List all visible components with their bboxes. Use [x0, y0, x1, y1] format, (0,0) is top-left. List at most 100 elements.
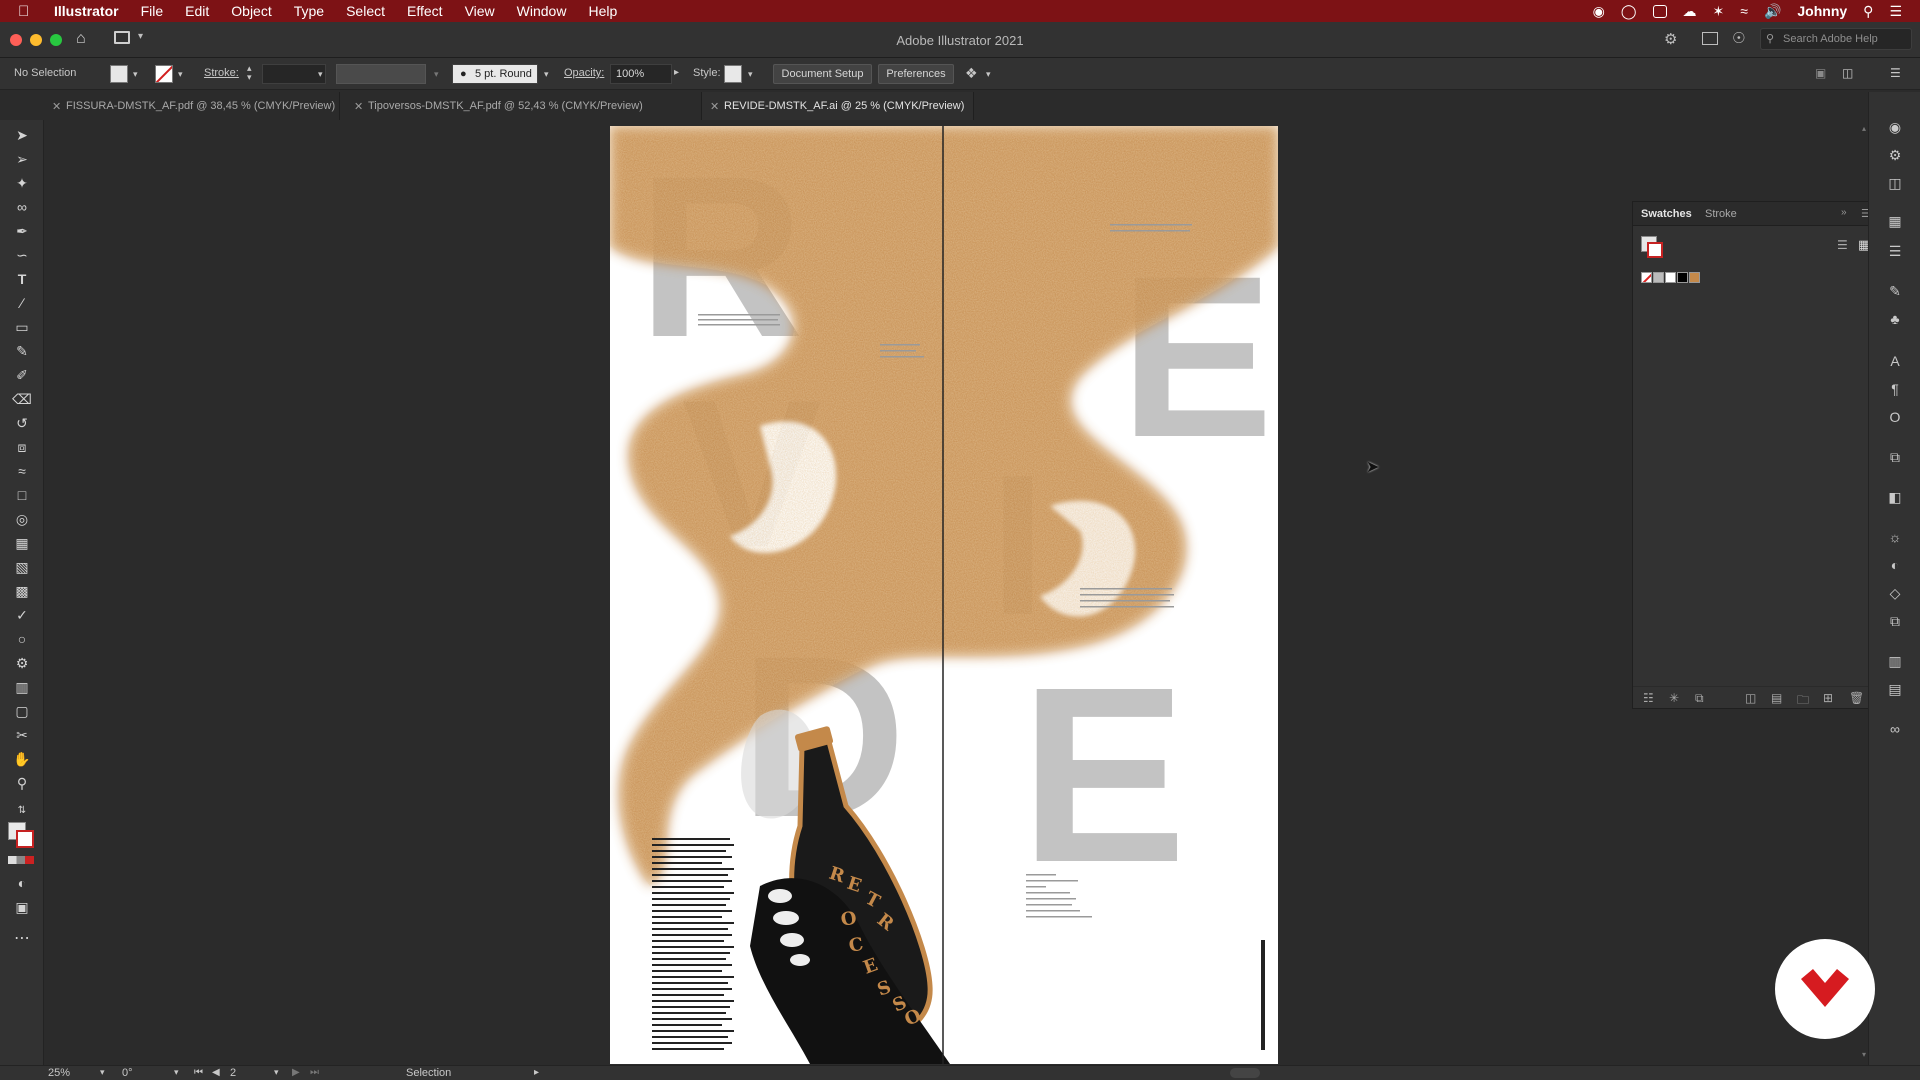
more-tools-icon[interactable]: ⋯: [12, 930, 32, 948]
opentype-icon[interactable]: O: [1885, 408, 1905, 426]
menu-type[interactable]: Type: [294, 3, 324, 19]
delete-swatch-icon[interactable]: 🗑: [1849, 691, 1864, 705]
graphic-style-swatch[interactable]: [724, 65, 742, 83]
menu-object[interactable]: Object: [231, 3, 271, 19]
pathfinder-icon[interactable]: ◧: [1885, 488, 1905, 506]
links-icon[interactable]: ∞: [1885, 720, 1905, 738]
fill-dropdown-chevron-icon[interactable]: ▾: [133, 69, 138, 80]
new-swatch-icon[interactable]: ⊞: [1823, 691, 1833, 705]
close-tab-icon[interactable]: ✕: [52, 100, 61, 113]
align-panel-icon[interactable]: ▤: [1885, 680, 1905, 698]
fill-swatch[interactable]: [110, 65, 128, 83]
spotlight-icon[interactable]: ⚲: [1863, 3, 1873, 20]
character-icon[interactable]: A: [1885, 352, 1905, 370]
menu-window[interactable]: Window: [517, 3, 567, 19]
cloud-icon[interactable]: ☁: [1683, 3, 1697, 20]
libraries-icon[interactable]: ◫: [1885, 174, 1905, 192]
swatches-dock-icon[interactable]: ▦: [1885, 212, 1905, 230]
distribute-icon[interactable]: ◫: [1842, 66, 1853, 80]
collapse-panel-icon[interactable]: »: [1841, 207, 1847, 218]
control-bar-menu-icon[interactable]: ☰: [1890, 66, 1901, 80]
swatch-none[interactable]: [1641, 272, 1652, 283]
lightbulb-icon[interactable]: ☉: [1732, 29, 1745, 47]
arrange-documents-icon[interactable]: [1702, 32, 1718, 45]
gradient-tool-icon[interactable]: ▩: [12, 582, 32, 600]
app-square-icon[interactable]: [1652, 4, 1667, 18]
transform-icon[interactable]: ⧉: [1885, 448, 1905, 466]
menu-app-name[interactable]: Illustrator: [54, 3, 119, 19]
symbols-icon[interactable]: ♣: [1885, 310, 1905, 328]
tab-swatches[interactable]: Swatches: [1641, 208, 1692, 220]
record-icon[interactable]: ◉: [1593, 3, 1605, 20]
menu-view[interactable]: View: [465, 3, 495, 19]
status-menu-arrow-icon[interactable]: ▸: [534, 1067, 539, 1078]
panel-stroke-swatch[interactable]: [1647, 242, 1663, 258]
horizontal-scroll-thumb[interactable]: [1230, 1068, 1260, 1078]
symbol-sprayer-tool-icon[interactable]: ⚙: [12, 654, 32, 672]
volume-icon[interactable]: 🔊: [1764, 3, 1781, 20]
variable-width-profile[interactable]: [336, 64, 426, 84]
stroke-label[interactable]: Stroke:: [204, 67, 239, 79]
close-tab-icon[interactable]: ✕: [710, 100, 719, 113]
menu-help[interactable]: Help: [588, 3, 617, 19]
screen-mode-icon[interactable]: ▣: [12, 898, 32, 916]
tab-fissura[interactable]: ✕ FISSURA-DMSTK_AF.pdf @ 38,45 % (CMYK/P…: [44, 92, 340, 120]
column-graph-tool-icon[interactable]: ▥: [12, 678, 32, 696]
menu-effect[interactable]: Effect: [407, 3, 443, 19]
width-tool-icon[interactable]: ≈: [12, 462, 32, 480]
arrange-icon[interactable]: ❖: [965, 65, 978, 82]
bluetooth-icon[interactable]: ✶: [1713, 3, 1725, 20]
layers-icon[interactable]: ◇: [1885, 584, 1905, 602]
learn-icon[interactable]: ◉: [1885, 118, 1905, 136]
artboard[interactable]: R E V I D E: [610, 126, 1278, 1064]
rotate-tool-icon[interactable]: ↺: [12, 414, 32, 432]
swatch-brown[interactable]: [1689, 272, 1700, 283]
shape-builder-tool-icon[interactable]: ◎: [12, 510, 32, 528]
zoom-level[interactable]: 25%: [48, 1067, 70, 1079]
menu-edit[interactable]: Edit: [185, 3, 209, 19]
shaper-tool-icon[interactable]: ✐: [12, 366, 32, 384]
color-mode-icons[interactable]: [8, 856, 34, 864]
scroll-down-icon[interactable]: ▾: [1862, 1050, 1866, 1059]
opacity-label[interactable]: Opacity:: [564, 67, 604, 79]
help-search-input[interactable]: ⚲ Search Adobe Help: [1760, 28, 1912, 50]
paintbrush-tool-icon[interactable]: ✎: [12, 342, 32, 360]
artboard-number[interactable]: 2: [230, 1067, 236, 1079]
wifi-icon[interactable]: ≈: [1740, 3, 1748, 19]
place-swatches-icon[interactable]: ⧉: [1695, 691, 1704, 706]
draw-mode-icon[interactable]: ◐: [12, 874, 32, 892]
zoom-tool-icon[interactable]: ⚲: [12, 774, 32, 792]
blend-tool-icon[interactable]: ○: [12, 630, 32, 648]
document-setup-button[interactable]: Document Setup: [773, 64, 872, 84]
preferences-button[interactable]: Preferences: [878, 64, 954, 84]
control-center-icon[interactable]: ☰: [1889, 3, 1902, 20]
scroll-up-icon[interactable]: ▴: [1862, 124, 1866, 133]
magic-wand-tool-icon[interactable]: ✦: [12, 174, 32, 192]
tab-stroke[interactable]: Stroke: [1705, 208, 1737, 220]
selection-tool-icon[interactable]: ➤: [12, 126, 32, 144]
stroke-dock-icon[interactable]: ☰: [1885, 242, 1905, 260]
artboard-tool-icon[interactable]: ▢: [12, 702, 32, 720]
style-chevron-icon[interactable]: ▾: [748, 69, 753, 80]
mesh-tool-icon[interactable]: ▧: [12, 558, 32, 576]
hand-tool-icon[interactable]: ✋: [12, 750, 32, 768]
eyedropper-tool-icon[interactable]: ✓: [12, 606, 32, 624]
paragraph-icon[interactable]: ¶: [1885, 380, 1905, 398]
perspective-grid-tool-icon[interactable]: ▦: [12, 534, 32, 552]
next-artboard-icon[interactable]: ▶: [292, 1067, 300, 1078]
eraser-tool-icon[interactable]: ⌫: [12, 390, 32, 408]
menu-select[interactable]: Select: [346, 3, 385, 19]
align-icon[interactable]: ▣: [1815, 66, 1826, 80]
list-view-icon[interactable]: ☰: [1837, 238, 1848, 252]
type-tool-icon[interactable]: T: [12, 270, 32, 288]
apple-icon[interactable]: : [18, 3, 40, 20]
creative-cloud-icon[interactable]: ◯: [1621, 3, 1637, 20]
first-artboard-icon[interactable]: ⏮: [194, 1067, 203, 1078]
swatch-white[interactable]: [1665, 272, 1676, 283]
brushes-icon[interactable]: ✎: [1885, 282, 1905, 300]
user-name[interactable]: Johnny: [1797, 3, 1847, 19]
last-artboard-icon[interactable]: ⏭: [310, 1067, 319, 1078]
pen-tool-icon[interactable]: ✒: [12, 222, 32, 240]
artboards-icon[interactable]: ▥: [1885, 652, 1905, 670]
slice-tool-icon[interactable]: ✂: [12, 726, 32, 744]
